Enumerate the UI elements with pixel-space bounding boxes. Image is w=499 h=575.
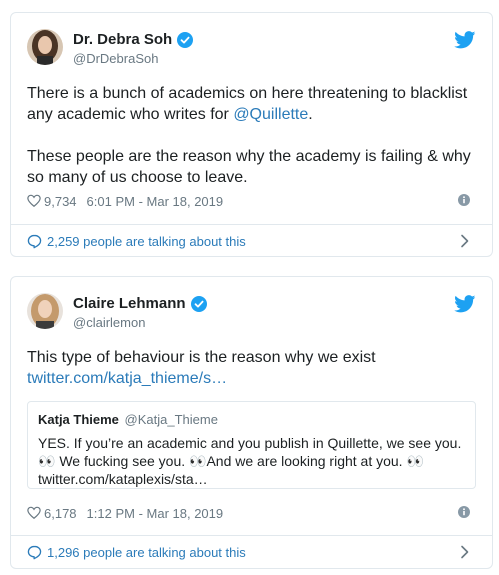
quoted-author-name: Katja Thieme [38, 412, 119, 427]
talking-count[interactable]: 2,259 people are talking about this [47, 234, 246, 249]
tweet-card: Dr. Debra Soh @DrDebraSoh There is a bun… [10, 12, 493, 257]
info-icon[interactable] [458, 194, 470, 206]
author-name[interactable]: Dr. Debra Soh [73, 31, 172, 48]
tweet-meta: 6,178 1:12 PM - Mar 18, 2019 [27, 504, 476, 522]
quoted-tweet[interactable]: Katja Thieme @Katja_Thieme YES. If you’r… [27, 401, 476, 489]
quoted-tweet-text: YES. If you’re an academic and you publi… [38, 435, 462, 487]
conversation-link[interactable]: 1,296 people are talking about this [27, 542, 476, 562]
divider [11, 535, 492, 536]
chevron-right-icon[interactable] [460, 234, 470, 248]
tweet-card: Claire Lehmann @clairlemon This type of … [10, 276, 493, 569]
speech-bubble-icon [27, 545, 42, 559]
author-handle[interactable]: @clairlemon [73, 315, 145, 330]
conversation-link[interactable]: 2,259 people are talking about this [27, 231, 476, 251]
tweet-link[interactable]: twitter.com/katja_thieme/s… [27, 370, 227, 387]
like-count[interactable]: 9,734 [44, 194, 77, 209]
like-count[interactable]: 6,178 [44, 506, 77, 521]
mention-link[interactable]: @Quillette [233, 106, 308, 123]
author-handle[interactable]: @DrDebraSoh [73, 51, 158, 66]
tweet-text: There is a bunch of academics on here th… [27, 83, 478, 188]
divider [11, 224, 492, 225]
avatar[interactable] [27, 29, 63, 65]
talking-count[interactable]: 1,296 people are talking about this [47, 545, 246, 560]
twitter-bird-icon[interactable] [454, 31, 476, 49]
heart-icon[interactable] [27, 194, 41, 208]
heart-icon[interactable] [27, 506, 41, 520]
author-name[interactable]: Claire Lehmann [73, 295, 186, 312]
quoted-author-handle: @Katja_Thieme [124, 412, 218, 427]
speech-bubble-icon [27, 234, 42, 248]
chevron-right-icon[interactable] [460, 545, 470, 559]
tweet-meta: 9,734 6:01 PM - Mar 18, 2019 [27, 192, 476, 210]
tweet-header: Claire Lehmann @clairlemon [27, 293, 476, 333]
timestamp[interactable]: 6:01 PM - Mar 18, 2019 [87, 194, 224, 209]
tweet-header: Dr. Debra Soh @DrDebraSoh [27, 29, 476, 69]
info-icon[interactable] [458, 506, 470, 518]
verified-badge-icon [190, 295, 207, 312]
avatar[interactable] [27, 293, 63, 329]
twitter-bird-icon[interactable] [454, 295, 476, 313]
timestamp[interactable]: 1:12 PM - Mar 18, 2019 [87, 506, 224, 521]
verified-badge-icon [177, 31, 194, 48]
tweet-text: This type of behaviour is the reason why… [27, 347, 478, 389]
tweet-text-part: This type of behaviour is the reason why… [27, 349, 376, 366]
